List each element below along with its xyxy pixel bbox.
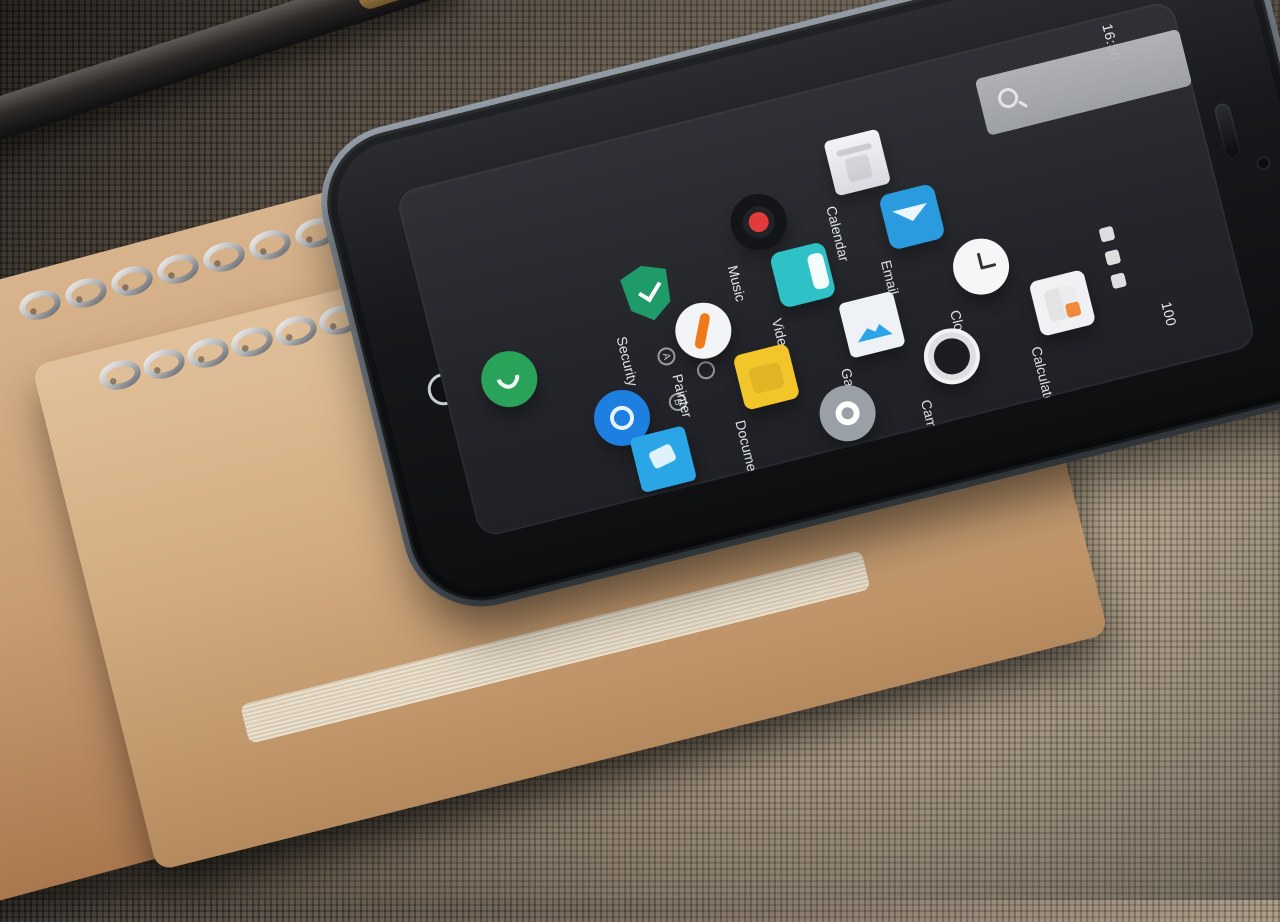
phone: 16:30 100 A B Security Music Calendar Pa… [304,0,1280,624]
chat-icon[interactable] [629,425,698,494]
wifi-icon [1098,225,1116,243]
search-icon[interactable] [995,85,1021,111]
phone-screen: 16:30 100 A B Security Music Calendar Pa… [394,0,1258,539]
earpiece-speaker [1213,101,1243,161]
signal-icon [1104,248,1122,266]
status-battery: 100 [1158,299,1180,328]
battery-icon [1110,272,1128,290]
app-phone[interactable] [455,333,567,470]
phone-body: 16:30 100 A B Security Music Calendar Pa… [312,0,1280,616]
app-label: Calculator [1028,344,1060,410]
calculator-icon[interactable] [1028,269,1097,337]
camera-icon[interactable] [917,322,986,391]
image-icon[interactable] [837,290,906,359]
gear-icon[interactable] [813,379,882,448]
app-chat[interactable] [609,413,721,539]
app-calculator[interactable]: Calculator [1008,256,1120,410]
phone-icon[interactable] [475,345,544,414]
app-label: Document [732,418,764,485]
pen-band [356,0,420,12]
clock-icon[interactable] [947,232,1016,301]
front-camera [1257,157,1270,170]
folder-icon[interactable] [732,342,801,411]
